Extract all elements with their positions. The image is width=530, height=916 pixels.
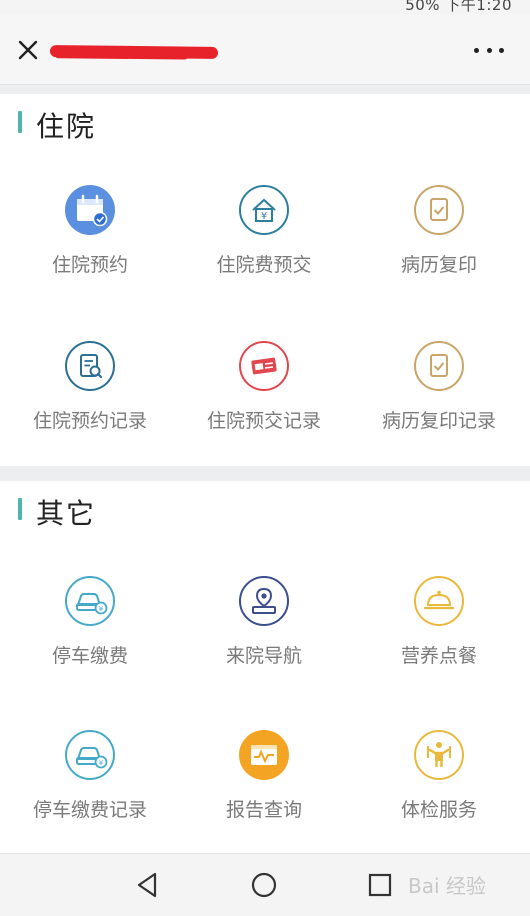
grid-item-label: 来院导航 xyxy=(225,645,302,667)
car-yuan-icon: ¥ xyxy=(64,575,116,627)
section-header: 其它 xyxy=(0,481,530,541)
grid-item-parking-payment-record[interactable]: ¥ 停车缴费记录 xyxy=(2,729,178,869)
status-bar: 50% 下午1:20 xyxy=(0,0,530,14)
section-accent-bar xyxy=(18,498,22,520)
yuan-home-icon: ¥ xyxy=(238,184,290,236)
section-inpatient: 住院 住院预约 ¥ 住院费预交 病历复印 住院预约记录 住院预交记录 病历复印记… xyxy=(0,94,530,466)
calendar-check-icon xyxy=(64,184,116,236)
grid-item-label: 住院预约 xyxy=(51,254,128,276)
redacted-title xyxy=(49,45,219,59)
section-others: 其它 ¥ 停车缴费 来院导航 营养点餐 ¥ 停车缴费记录 报告查询 体检服务 xyxy=(0,481,530,853)
more-dot-icon xyxy=(486,47,492,53)
grid-item-label: 病历复印 xyxy=(400,254,477,276)
money-note-icon xyxy=(238,340,290,392)
watermark-text: Bai 经验 xyxy=(408,874,486,898)
system-navigation-bar: Bai 经验 xyxy=(0,853,530,916)
status-text: 50% 下午1:20 xyxy=(405,0,512,14)
grid-item-inpatient-booking[interactable]: 住院预约 xyxy=(2,184,178,324)
grid-item-label: 体检服务 xyxy=(400,799,477,821)
grid-item-label: 病历复印记录 xyxy=(381,410,496,432)
back-triangle-icon xyxy=(137,872,157,898)
grid-item-prepay-record[interactable]: 住院预交记录 xyxy=(176,340,352,480)
home-circle-icon xyxy=(251,872,277,898)
grid-item-hospital-navigation[interactable]: 来院导航 xyxy=(176,575,352,715)
grid-item-record-copy[interactable]: 病历复印 xyxy=(351,184,527,324)
grid-item-label: 住院预交记录 xyxy=(206,410,321,432)
recent-apps-button[interactable] xyxy=(363,868,397,902)
grid-item-physical-exam[interactable]: 体检服务 xyxy=(351,729,527,869)
grid-item-parking-payment[interactable]: ¥ 停车缴费 xyxy=(2,575,178,715)
section-accent-bar xyxy=(18,111,22,133)
location-pin-icon xyxy=(238,575,290,627)
recent-square-icon xyxy=(368,873,392,897)
svg-text:¥: ¥ xyxy=(99,605,104,613)
section-title: 其它 xyxy=(36,497,97,530)
car-yuan-icon: ¥ xyxy=(64,729,116,781)
grid-item-inpatient-prepay[interactable]: ¥ 住院费预交 xyxy=(176,184,352,324)
close-button[interactable] xyxy=(14,36,42,64)
grid-item-nutrition-order[interactable]: 营养点餐 xyxy=(351,575,527,715)
grid-item-inpatient-booking-record[interactable]: 住院预约记录 xyxy=(2,340,178,480)
back-button[interactable] xyxy=(131,868,165,902)
grid-item-label: 营养点餐 xyxy=(400,645,477,667)
header-bar xyxy=(0,14,530,85)
close-icon xyxy=(18,40,38,60)
food-cloche-icon xyxy=(413,575,465,627)
home-button[interactable] xyxy=(247,868,281,902)
document-check-icon xyxy=(413,184,465,236)
grid-item-label: 停车缴费 xyxy=(51,645,128,667)
svg-text:¥: ¥ xyxy=(99,759,104,767)
document-search-icon xyxy=(64,340,116,392)
fitness-person-icon xyxy=(413,729,465,781)
section-title: 住院 xyxy=(36,110,97,143)
grid-item-label: 停车缴费记录 xyxy=(32,799,147,821)
document-check-icon xyxy=(413,340,465,392)
grid-item-label: 住院费预交 xyxy=(216,254,312,276)
more-dot-icon xyxy=(499,47,504,53)
grid-item-label: 住院预约记录 xyxy=(32,410,147,432)
more-options-button[interactable] xyxy=(474,40,504,60)
section-header: 住院 xyxy=(0,94,530,154)
grid-item-label: 报告查询 xyxy=(225,799,302,821)
grid-item-report-query[interactable]: 报告查询 xyxy=(176,729,352,869)
grid-item-record-copy-record[interactable]: 病历复印记录 xyxy=(351,340,527,480)
report-pulse-icon xyxy=(238,729,290,781)
more-dot-icon xyxy=(474,47,479,53)
svg-text:¥: ¥ xyxy=(261,211,267,222)
